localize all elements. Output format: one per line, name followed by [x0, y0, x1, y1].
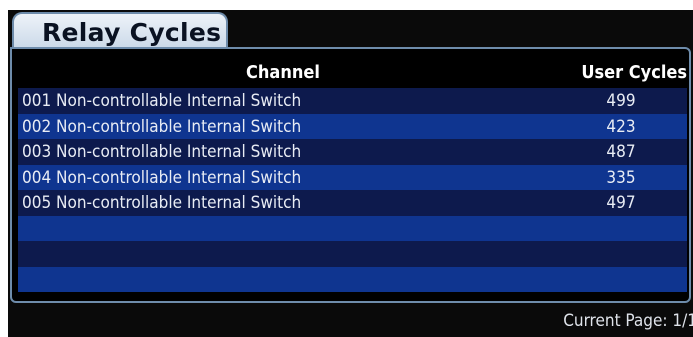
relay-cycles-screen: Relay Cycles Channel User Cycles 001 Non… [8, 10, 693, 337]
channel-cell: 005 Non-controllable Internal Switch [22, 193, 302, 213]
channel-cell: 002 Non-controllable Internal Switch [22, 116, 302, 137]
table-row[interactable]: 003 Non-controllable Internal Switch 487 [18, 139, 687, 165]
relay-cycles-panel: Channel User Cycles 001 Non-controllable… [10, 47, 691, 303]
column-header-channel: Channel [246, 62, 320, 83]
user-cycles-cell: 487 [606, 142, 636, 162]
table-row-empty [18, 215, 687, 241]
table-header: Channel User Cycles [18, 59, 687, 85]
user-cycles-cell: 497 [606, 193, 636, 213]
table-row-empty [18, 241, 687, 267]
table-row-empty [18, 266, 687, 292]
channel-cell: 004 Non-controllable Internal Switch [22, 167, 302, 188]
column-header-user-cycles: User Cycles [581, 62, 687, 83]
user-cycles-cell: 499 [606, 91, 636, 111]
channel-cell: 001 Non-controllable Internal Switch [22, 91, 302, 111]
user-cycles-cell: 335 [606, 167, 636, 188]
channel-cell: 003 Non-controllable Internal Switch [22, 142, 302, 162]
current-page-indicator: Current Page: 1/1 [563, 311, 693, 331]
table-row[interactable]: 005 Non-controllable Internal Switch 497 [18, 190, 687, 216]
table-row[interactable]: 002 Non-controllable Internal Switch 423 [18, 113, 687, 139]
table-row[interactable]: 001 Non-controllable Internal Switch 499 [18, 88, 687, 114]
tab-relay-cycles[interactable]: Relay Cycles [12, 12, 228, 50]
table-body: 001 Non-controllable Internal Switch 499… [18, 88, 687, 292]
user-cycles-cell: 423 [606, 116, 636, 137]
tab-title: Relay Cycles [42, 18, 222, 47]
table-row[interactable]: 004 Non-controllable Internal Switch 335 [18, 164, 687, 190]
